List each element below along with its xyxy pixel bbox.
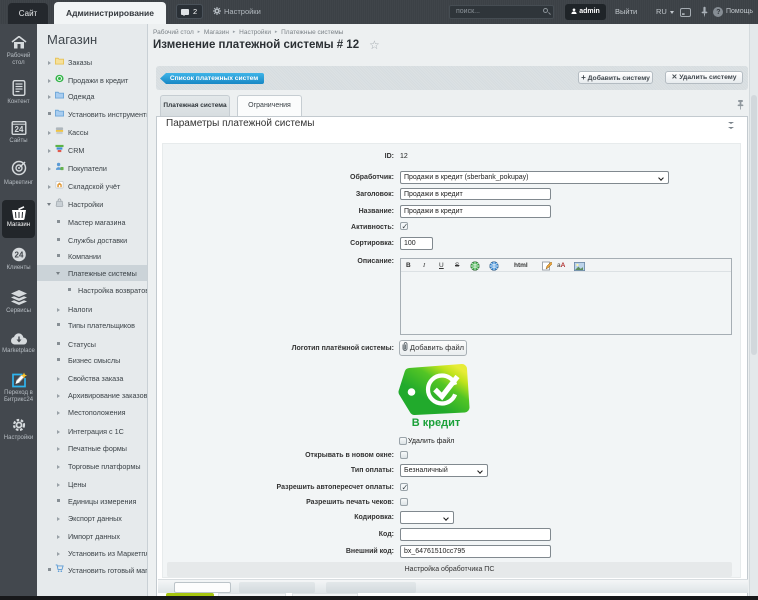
svg-text:24: 24: [14, 125, 23, 134]
svg-text:24: 24: [14, 251, 23, 260]
